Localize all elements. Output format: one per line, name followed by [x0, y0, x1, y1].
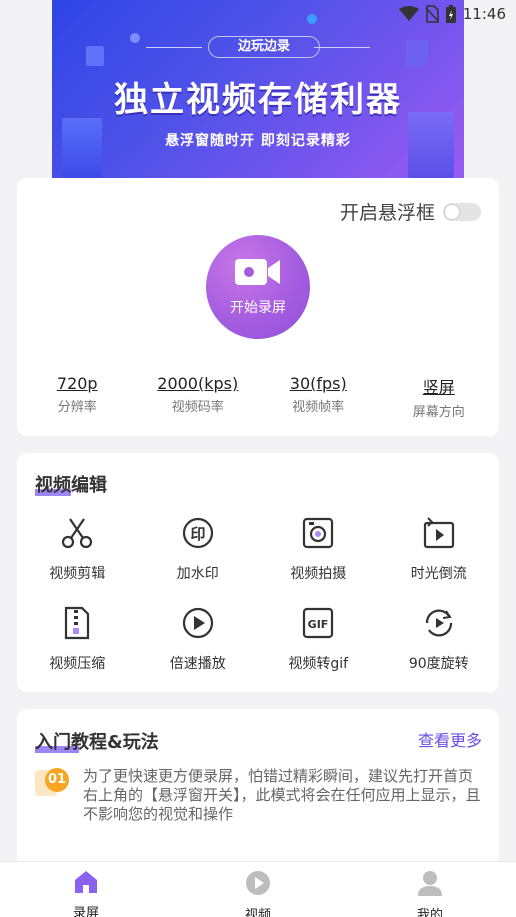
tool-grid: 视频剪辑 印 加水印 视频拍摄 时光倒流 视频压缩 倍速播放 GIF 视频转gi… [17, 513, 499, 673]
float-window-row: 开启悬浮框 [340, 198, 481, 225]
tab-label: 我的 [416, 908, 443, 917]
stat-label: 屏幕方向 [412, 405, 465, 420]
tool-label: 视频转gif [288, 656, 349, 672]
tool-video-to-gif[interactable]: GIF 视频转gif [258, 603, 379, 673]
rotate-icon [419, 603, 459, 643]
stat-value: 30(fps) [289, 374, 347, 393]
tab-record[interactable]: 录屏 [0, 862, 172, 917]
tool-speed-play[interactable]: 倍速播放 [138, 603, 259, 673]
svg-text:GIF: GIF [308, 618, 329, 631]
decor-line [146, 47, 202, 48]
decor-cube [130, 33, 140, 43]
stat-label: 视频码率 [171, 400, 224, 415]
tool-label: 视频拍摄 [290, 566, 347, 582]
video-edit-title-text: 视频编辑 [35, 475, 107, 496]
tool-rotate[interactable]: 90度旋转 [379, 603, 500, 673]
scissors-icon [57, 513, 97, 553]
user-icon [418, 870, 442, 900]
camera-icon [298, 513, 338, 553]
record-settings: 720p 分辨率 2000(kps) 视频码率 30(fps) 视频帧率 竖屏 … [17, 374, 499, 420]
tutorial-title: 入门教程&玩法 [35, 728, 159, 754]
video-edit-title: 视频编辑 [35, 471, 107, 497]
tab-video[interactable]: 视频 [172, 862, 344, 917]
start-record-button[interactable]: 开始录屏 [206, 235, 310, 339]
float-window-label: 开启悬浮框 [339, 202, 435, 224]
step-number-badge: 01 [35, 768, 69, 796]
status-time: 11:46 [462, 5, 506, 23]
play-circle-icon [178, 603, 218, 643]
decor-cube [86, 46, 104, 66]
tool-label: 倍速播放 [169, 656, 226, 672]
tab-profile[interactable]: 我的 [344, 862, 516, 917]
start-record-label: 开始录屏 [230, 300, 286, 316]
stat-value: 720p [56, 374, 98, 393]
tab-label: 录屏 [72, 906, 99, 917]
tool-compress[interactable]: 视频压缩 [17, 603, 138, 673]
battery-charging-icon [445, 4, 457, 24]
svg-text:印: 印 [190, 525, 205, 543]
tool-video-shoot[interactable]: 视频拍摄 [258, 513, 379, 583]
tool-label: 加水印 [176, 566, 219, 582]
stat-resolution[interactable]: 720p 分辨率 [17, 374, 138, 420]
stat-framerate[interactable]: 30(fps) 视频帧率 [258, 374, 379, 420]
tutorial-text: 为了更快速更方便录屏，怕错过精彩瞬间，建议先打开首页右上角的【悬浮窗开关】，此模… [83, 767, 481, 823]
decor-cube [406, 40, 428, 66]
play-icon [245, 870, 271, 900]
tool-reverse[interactable]: 时光倒流 [379, 513, 500, 583]
video-camera-icon [235, 257, 281, 291]
banner-title: 独立视频存储利器 [114, 80, 402, 120]
tool-label: 90度旋转 [408, 656, 469, 672]
tool-video-clip[interactable]: 视频剪辑 [17, 513, 138, 583]
banner-pill: 边玩边录 [208, 36, 320, 58]
tutorial-item[interactable]: 01 为了更快速更方便录屏，怕错过精彩瞬间，建议先打开首页右上角的【悬浮窗开关】… [35, 767, 485, 824]
tool-label: 视频剪辑 [49, 566, 106, 582]
banner-subtitle: 悬浮窗随时开 即刻记录精彩 [165, 133, 351, 149]
tutorial-card: 入门教程&玩法 查看更多 01 为了更快速更方便录屏，怕错过精彩瞬间，建议先打开… [17, 709, 499, 869]
home-icon [73, 870, 99, 898]
tool-label: 时光倒流 [410, 566, 467, 582]
view-more-link[interactable]: 查看更多 [418, 727, 482, 751]
video-edit-card: 视频编辑 视频剪辑 印 加水印 视频拍摄 时光倒流 视频压缩 倍速播放 GIF … [17, 453, 499, 692]
stat-label: 视频帧率 [292, 400, 345, 415]
status-bar: 11:46 [0, 0, 516, 30]
stat-value: 2000(kps) [157, 374, 239, 393]
tutorial-title-text: 入门教程&玩法 [35, 732, 159, 753]
bottom-tab-bar: 录屏 视频 我的 [0, 861, 516, 917]
tool-label: 视频压缩 [49, 656, 106, 672]
recorder-card: 开启悬浮框 开始录屏 720p 分辨率 2000(kps) 视频码率 30(fp… [17, 178, 499, 436]
tool-watermark[interactable]: 印 加水印 [138, 513, 259, 583]
stat-orientation[interactable]: 竖屏 屏幕方向 [379, 374, 500, 420]
stat-label: 分辨率 [57, 400, 97, 415]
decor-line [314, 47, 370, 48]
toggle-knob [445, 204, 459, 219]
rewind-icon [419, 513, 459, 553]
no-sim-icon [425, 5, 439, 23]
step-number: 01 [45, 768, 69, 792]
stat-bitrate[interactable]: 2000(kps) 视频码率 [138, 374, 259, 420]
tab-label: 视频 [244, 908, 271, 917]
stamp-icon: 印 [178, 513, 218, 553]
zip-file-icon [57, 603, 97, 643]
wifi-icon [398, 6, 419, 22]
stat-value: 竖屏 [422, 378, 455, 397]
float-window-toggle[interactable] [443, 202, 481, 221]
gif-icon: GIF [298, 603, 338, 643]
